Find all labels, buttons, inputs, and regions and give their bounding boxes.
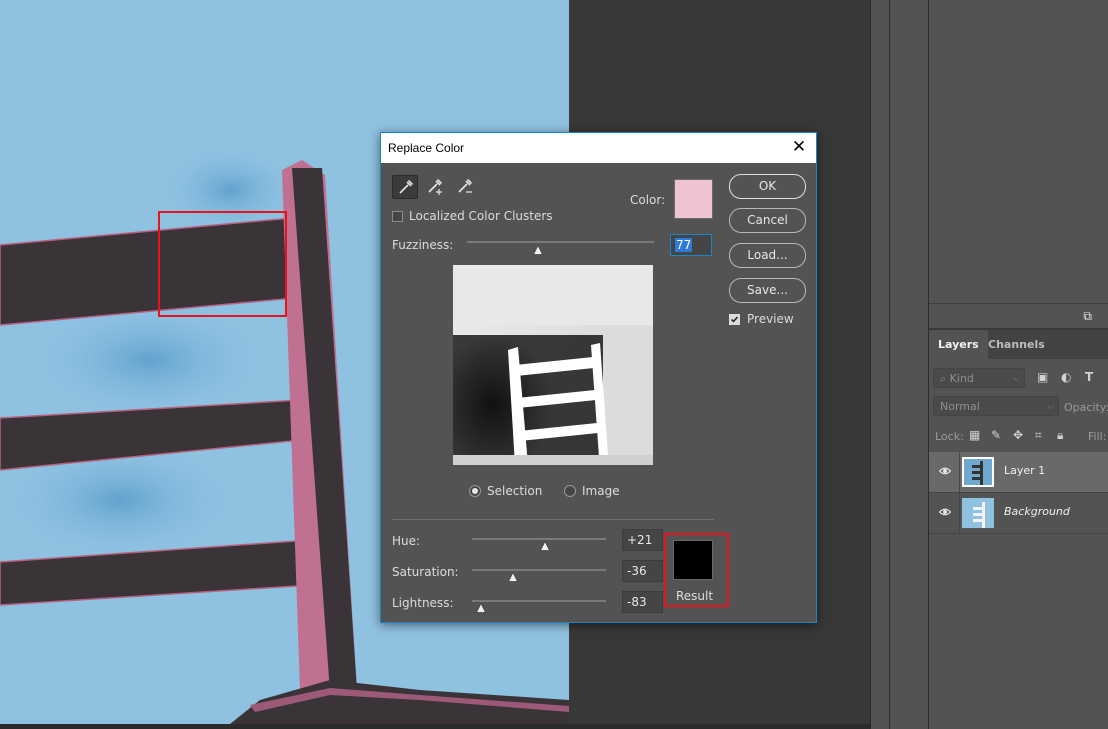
adjustment-filter-icon[interactable]: ◐	[1061, 370, 1071, 384]
subtract-from-sample-tool[interactable]	[452, 175, 478, 199]
lightness-value: -83	[627, 595, 647, 609]
saturation-label: Saturation:	[392, 565, 459, 579]
chevron-down-icon: ⌵	[1013, 374, 1020, 384]
new-document-icon[interactable]: ⧉	[1083, 309, 1092, 324]
eyedropper-plus-icon	[428, 178, 443, 195]
preview-label: Preview	[747, 312, 794, 326]
type-filter-icon[interactable]: T	[1085, 370, 1093, 384]
filter-kind-select[interactable]: ⌕ Kind ⌵	[933, 368, 1025, 388]
layer-row-layer-1[interactable]: Layer 1	[929, 452, 1108, 493]
section-divider	[392, 519, 714, 520]
layer-name[interactable]: Layer 1	[1004, 464, 1045, 477]
add-to-sample-tool[interactable]	[422, 175, 448, 199]
result-swatch[interactable]	[673, 540, 713, 580]
fuzziness-label: Fuzziness:	[392, 238, 454, 252]
fuzziness-input[interactable]: 77	[670, 234, 712, 256]
selection-mask-image	[453, 265, 653, 465]
layer-thumbnail[interactable]	[962, 498, 994, 528]
eyedropper-icon	[399, 179, 414, 194]
eyedropper-tool[interactable]	[392, 175, 418, 199]
close-icon[interactable]: ✕	[782, 133, 816, 163]
blend-mode-label: Normal	[940, 400, 980, 413]
selection-radio-label: Selection	[487, 484, 543, 498]
result-label: Result	[676, 589, 714, 603]
lock-transparent-icon[interactable]: ▦	[969, 428, 980, 442]
blend-mode-select[interactable]: Normal ⌵	[933, 396, 1059, 416]
load-button[interactable]: Load...	[729, 243, 806, 268]
replace-color-dialog: Replace Color ✕ Color: Localized Color C…	[380, 132, 817, 623]
dialog-title: Replace Color	[388, 141, 465, 155]
panel-tabs: Layers Channels	[929, 330, 1108, 359]
lock-move-icon[interactable]: ✥	[1013, 428, 1023, 442]
save-button[interactable]: Save...	[729, 278, 806, 303]
opacity-label: Opacity:	[1064, 401, 1108, 414]
dialog-titlebar[interactable]: Replace Color ✕	[381, 133, 816, 163]
lock-all-icon[interactable]: 🔒︎	[1057, 428, 1063, 443]
layer-thumbnail[interactable]	[962, 457, 994, 487]
fuzziness-slider[interactable]	[467, 241, 654, 243]
eye-icon[interactable]	[939, 465, 951, 477]
lock-label: Lock:	[935, 430, 964, 443]
layer-separator	[959, 493, 960, 533]
chevron-down-icon: ⌵	[1047, 402, 1054, 412]
localized-clusters-label: Localized Color Clusters	[409, 209, 553, 223]
hue-input[interactable]: +21	[622, 529, 663, 551]
image-radio-label: Image	[582, 484, 620, 498]
panel-dock-column	[870, 0, 929, 729]
panel-toolbar: ⧉	[929, 304, 1108, 329]
search-icon: ⌕	[940, 372, 947, 385]
lightness-input[interactable]: -83	[622, 591, 663, 613]
lightness-slider-thumb[interactable]	[476, 603, 486, 613]
color-swatch[interactable]	[674, 179, 713, 219]
fill-label: Fill:	[1088, 430, 1107, 443]
layer-filter-row: ⌕ Kind ⌵ ▣ ◐ T	[929, 364, 1108, 392]
fuzziness-slider-thumb[interactable]	[533, 245, 543, 255]
fuzziness-value: 77	[675, 238, 693, 252]
eyedropper-minus-icon	[458, 178, 473, 193]
image-radio[interactable]	[564, 485, 576, 497]
blend-mode-row: Normal ⌵ Opacity:	[929, 392, 1108, 420]
selection-radio[interactable]	[469, 485, 481, 497]
saturation-input[interactable]: -36	[622, 560, 663, 582]
thumbnail-chair-icon	[962, 498, 994, 528]
dock-divider	[889, 0, 890, 729]
ok-button[interactable]: OK	[729, 174, 806, 199]
canvas-scrollbar[interactable]	[0, 724, 870, 729]
cancel-button[interactable]: Cancel	[729, 208, 806, 233]
lightness-label: Lightness:	[392, 596, 454, 610]
lock-row: Lock: ▦ ✎ ✥ ⌗ 🔒︎ Fill:	[929, 422, 1108, 450]
selection-preview	[453, 265, 653, 465]
saturation-slider-thumb[interactable]	[508, 572, 518, 582]
lightness-slider[interactable]	[472, 600, 606, 602]
collapsed-panel-area	[929, 0, 1108, 303]
image-filter-icon[interactable]: ▣	[1037, 370, 1048, 384]
filter-kind-label: Kind	[949, 372, 974, 385]
tab-channels[interactable]: Channels	[979, 330, 1054, 359]
eye-icon[interactable]	[939, 506, 951, 518]
saturation-value: -36	[627, 564, 647, 578]
layers-panel: Layers Channels ⌕ Kind ⌵ ▣ ◐ T Normal ⌵ …	[929, 330, 1108, 729]
hue-label: Hue:	[392, 534, 421, 548]
layer-name[interactable]: Background	[1004, 505, 1070, 518]
saturation-slider[interactable]	[472, 569, 606, 571]
hue-slider-thumb[interactable]	[540, 541, 550, 551]
layer-separator	[959, 452, 960, 492]
thumbnail-chair-icon	[964, 459, 992, 485]
checkmark-icon	[730, 316, 739, 323]
layer-row-background[interactable]: Background	[929, 493, 1108, 534]
hue-value: +21	[627, 533, 653, 547]
lock-brush-icon[interactable]: ✎	[991, 428, 1001, 442]
lock-artboard-icon[interactable]: ⌗	[1035, 428, 1042, 443]
hue-slider[interactable]	[472, 538, 606, 540]
red-highlight-box	[158, 211, 287, 317]
preview-checkbox[interactable]	[729, 314, 740, 325]
localized-clusters-checkbox[interactable]	[392, 211, 403, 222]
color-label: Color:	[630, 193, 666, 207]
